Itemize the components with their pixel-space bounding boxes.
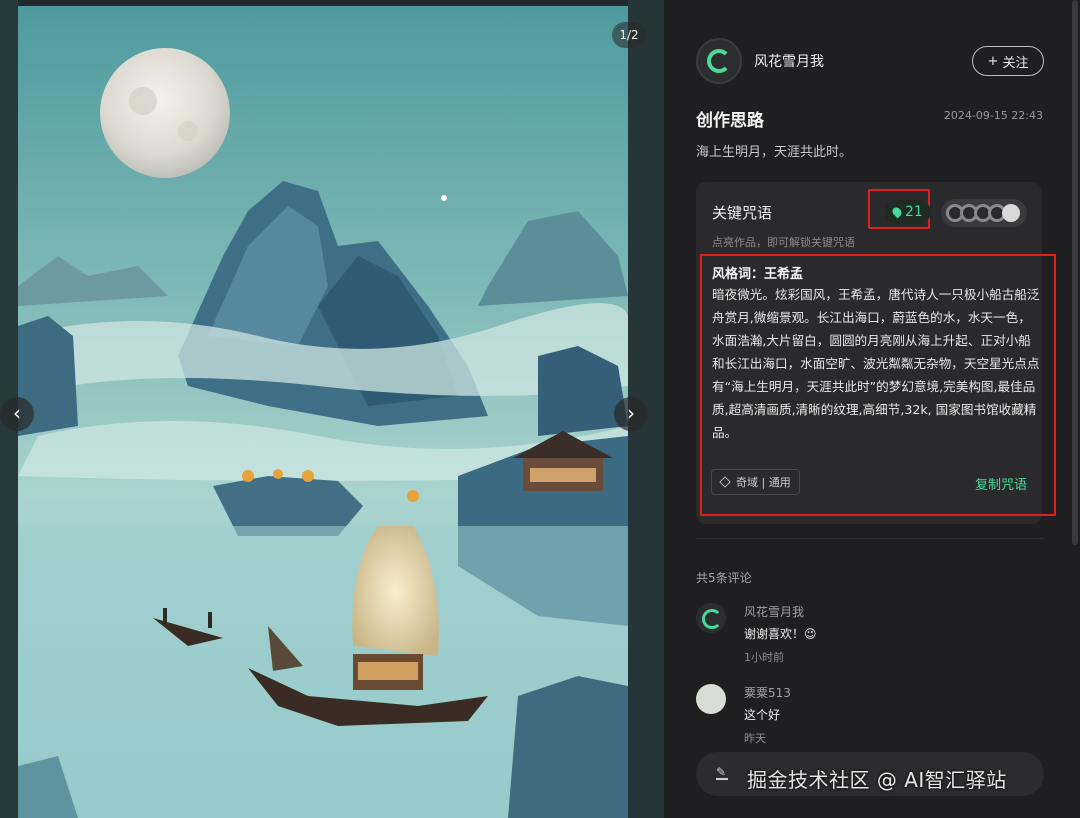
- usage-badge[interactable]: 21: [885, 200, 931, 224]
- image-viewer: 1/2 ‹ ›: [0, 0, 664, 818]
- author-row: 风花雪月我 + 关注: [696, 38, 1044, 84]
- commenter-name[interactable]: 粟粟513: [744, 684, 791, 701]
- usage-count: 21: [905, 204, 923, 220]
- prev-image-button[interactable]: ‹: [0, 397, 34, 431]
- next-image-button[interactable]: ›: [614, 397, 648, 431]
- comment-text: 谢谢喜欢！😉: [744, 627, 817, 641]
- panel-scrollbar[interactable]: [1072, 0, 1078, 545]
- section-title: 创作思路: [696, 111, 764, 131]
- image-counter: 1/2: [612, 22, 646, 48]
- app-root: 1/2 ‹ › 风花雪月我 + 关注 创作思路 2024-09-15 22:43…: [0, 0, 1080, 818]
- cube-icon: [719, 476, 731, 488]
- style-keyword: 风格词：王希孟: [712, 267, 804, 282]
- prompt-text: 暗夜微光。炫彩国风，王希孟，唐代诗人一只极小船古船泛舟赏月,微缩景观。长江出海口…: [712, 287, 1040, 440]
- location-pin-icon: [890, 205, 904, 219]
- comment-item: 风花雪月我 谢谢喜欢！😉 1小时前: [696, 603, 1036, 664]
- pen-icon: ✎: [716, 765, 728, 780]
- author-avatar[interactable]: [696, 38, 742, 84]
- plus-icon: +: [987, 53, 999, 69]
- comment-count: 共5条评论: [696, 571, 752, 585]
- commenter-avatar[interactable]: [696, 603, 726, 633]
- liker-avatar: [1002, 204, 1020, 222]
- copy-prompt-button[interactable]: 复制咒语: [975, 474, 1027, 493]
- comment-item: 粟粟513 这个好 昨天: [696, 684, 1036, 745]
- watermark-text: 掘金技术社区 @ AI智汇驿站: [747, 768, 1007, 792]
- post-intro: 海上生明月，天涯共此时。: [696, 145, 853, 160]
- moon-shape: [100, 48, 230, 178]
- model-tag[interactable]: 奇域 | 通用: [711, 469, 800, 495]
- follow-label: 关注: [1002, 55, 1029, 71]
- liker-avatars[interactable]: [941, 199, 1027, 227]
- artwork-image: [18, 6, 628, 818]
- post-date: 2024-09-15 22:43: [943, 109, 1043, 122]
- prompt-hint: 点亮作品，即可解锁关键咒语: [712, 236, 855, 249]
- comment-text: 这个好: [744, 708, 781, 722]
- prompt-card-title: 关键咒语: [712, 204, 773, 222]
- commenter-avatar[interactable]: [696, 684, 726, 714]
- comment-time: 昨天: [744, 732, 766, 745]
- commenter-name[interactable]: 风花雪月我: [744, 603, 804, 620]
- author-name[interactable]: 风花雪月我: [754, 51, 972, 71]
- section-divider: [696, 538, 1044, 539]
- comment-time: 1小时前: [744, 651, 784, 664]
- follow-button[interactable]: + 关注: [972, 46, 1044, 76]
- model-tag-label: 奇域 | 通用: [736, 476, 791, 489]
